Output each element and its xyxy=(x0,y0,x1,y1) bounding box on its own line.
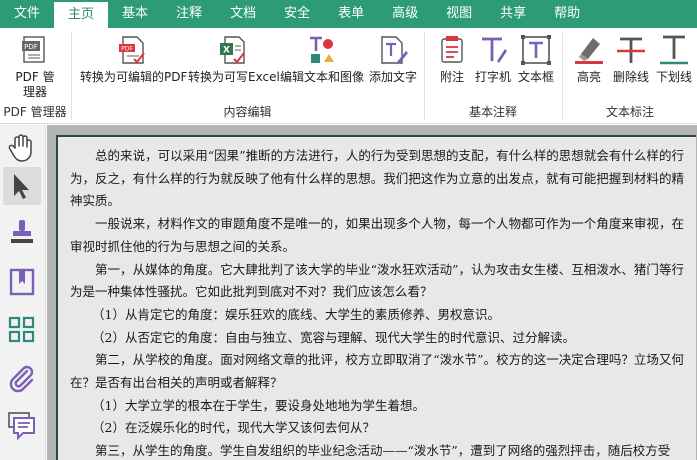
menu-help[interactable]: 帮助 xyxy=(540,0,594,28)
typewriter-label: 打字机 xyxy=(474,70,511,84)
add-text-label: 添加文字 xyxy=(368,70,417,84)
menu-security[interactable]: 安全 xyxy=(270,0,324,28)
typewriter-icon xyxy=(482,37,507,63)
ribbon: PDF PDF 管理器 PDF 管理器 PDF 转换为可编辑的PDF X 转换为… xyxy=(0,28,697,124)
note-icon xyxy=(441,36,463,63)
thumbnails-icon xyxy=(8,316,35,343)
basic-annot-group-label: 基本注释 xyxy=(468,105,517,119)
textbox-label: 文本框 xyxy=(517,70,554,84)
highlight-label: 高亮 xyxy=(576,70,601,84)
document-page[interactable]: 总的来说，可以采用“因果”推断的方法进行，人的行为受到思想的支配，有什么样的思想… xyxy=(56,135,696,460)
highlight-icon xyxy=(575,38,603,64)
content-edit-group-label: 内容编辑 xyxy=(223,105,272,119)
underline-button[interactable]: 下划线 xyxy=(653,34,695,85)
hand-icon xyxy=(8,134,32,162)
pdf-manager-group-label: PDF 管理器 xyxy=(3,105,67,119)
strikeout-icon xyxy=(617,37,645,63)
stamp-tool[interactable] xyxy=(3,213,41,251)
pdf-manager-icon: PDF xyxy=(22,36,45,63)
paragraph-9: 第三，从学生的角度。学生自发组织的毕业纪念活动——“泼水节”，遭到了网络的强烈抨… xyxy=(95,443,671,459)
underline-label: 下划线 xyxy=(655,70,692,84)
select-arrow-icon xyxy=(14,174,29,199)
note-button[interactable]: 附注 xyxy=(435,34,469,85)
menu-form[interactable]: 表单 xyxy=(324,0,378,28)
strikeout-button[interactable]: 删除线 xyxy=(609,34,653,85)
content-edit-group: PDF 转换为可编辑的PDF X 转换为可写Excel 编辑文本和图像 添加文字… xyxy=(72,28,423,124)
menu-advanced[interactable]: 高级 xyxy=(378,0,432,28)
bookmark-icon xyxy=(9,268,35,296)
hand-tool[interactable] xyxy=(3,128,41,166)
convert-excel-icon: X xyxy=(220,36,245,64)
edit-text-image-label: 编辑文本和图像 xyxy=(279,70,364,84)
pdf-manager-button[interactable]: PDF PDF 管理器 xyxy=(6,34,64,100)
menu-document[interactable]: 文档 xyxy=(216,0,270,28)
svg-text:PDF: PDF xyxy=(121,46,133,53)
menu-basic[interactable]: 基本 xyxy=(108,0,162,28)
svg-text:PDF: PDF xyxy=(24,43,38,51)
textbox-icon xyxy=(521,35,551,65)
strikeout-label: 删除线 xyxy=(612,70,649,84)
paragraph-8: （2）在泛娱乐化的时代，现代大学又该何去何从？ xyxy=(92,420,375,436)
menu-home[interactable]: 主页 xyxy=(54,0,109,28)
menu-view[interactable]: 视图 xyxy=(432,0,486,28)
text-mark-group: 高亮 删除线 下划线 文本标注 xyxy=(563,28,697,124)
stamp-icon xyxy=(11,220,33,243)
attachment-icon xyxy=(9,365,34,393)
edit-text-image-button[interactable]: 编辑文本和图像 xyxy=(279,34,365,85)
note-label: 附注 xyxy=(439,70,464,84)
edit-text-image-icon xyxy=(310,36,334,63)
paragraph-1: 总的来说，可以采用“因果”推断的方法进行，人的行为受到思想的支配，有什么样的思想… xyxy=(70,148,684,209)
convert-excel-label: 转换为可写Excel xyxy=(188,70,280,84)
convert-excel-button[interactable]: X 转换为可写Excel xyxy=(188,34,280,85)
thumbnails-tool[interactable] xyxy=(3,311,41,349)
basic-annot-group: 附注 打字机 文本框 基本注释 xyxy=(425,28,561,124)
paragraph-4: （1）从肯定它的角度：娱乐狂欢的底线、大学生的素质修养、男权意识。 xyxy=(92,306,500,322)
menu-file[interactable]: 文件 xyxy=(0,0,54,28)
paragraph-6: 第二，从学校的角度。面对网络文章的批评，校方立即取消了“泼水节”。校方的这一决定… xyxy=(70,352,684,391)
menu-share[interactable]: 共享 xyxy=(486,0,540,28)
left-toolbar xyxy=(0,125,46,460)
menu-bar: 文件 主页 基本 注释 文档 安全 表单 高级 视图 共享 帮助 xyxy=(0,0,697,28)
typewriter-button[interactable]: 打字机 xyxy=(473,34,513,85)
svg-text:X: X xyxy=(223,46,230,56)
select-tool[interactable] xyxy=(3,167,41,205)
convert-editable-pdf-label: 转换为可编辑的PDF xyxy=(80,70,188,84)
pdf-manager-label: PDF 管理器 xyxy=(15,70,55,99)
paragraph-3: 第一，从媒体的角度。它大肆批判了该大学的毕业“泼水狂欢活动”，认为攻击女生楼、互… xyxy=(70,261,684,300)
add-text-button[interactable]: 添加文字 xyxy=(366,34,420,85)
highlight-button[interactable]: 高亮 xyxy=(571,34,607,85)
bookmark-tool[interactable] xyxy=(3,263,41,301)
paragraph-7: （1）大学立学的根本在于学生，要设身处地地为学生着想。 xyxy=(92,397,425,413)
paragraph-5: （2）从否定它的角度：自由与独立、宽容与理解、现代大学生的时代意识、过分解读。 xyxy=(92,329,575,345)
menu-comment[interactable]: 注释 xyxy=(162,0,216,28)
comments-icon xyxy=(8,412,35,441)
paragraph-2: 一般说来，材料作文的审题角度不是唯一的，如果出现多个人物，每一个人物都可作为一个… xyxy=(70,216,684,254)
add-text-icon xyxy=(381,36,408,64)
pdf-manager-group: PDF PDF 管理器 PDF 管理器 xyxy=(0,28,70,124)
attachment-tool[interactable] xyxy=(3,359,41,397)
text-mark-group-label: 文本标注 xyxy=(605,105,654,119)
textbox-button[interactable]: 文本框 xyxy=(515,34,557,85)
convert-editable-pdf-icon: PDF xyxy=(119,36,145,64)
convert-editable-pdf-button[interactable]: PDF 转换为可编辑的PDF xyxy=(80,34,188,85)
comments-tool[interactable] xyxy=(3,407,41,445)
document-viewer[interactable]: 总的来说，可以采用“因果”推断的方法进行，人的行为受到思想的支配，有什么样的思想… xyxy=(47,125,697,460)
underline-icon xyxy=(660,35,688,65)
